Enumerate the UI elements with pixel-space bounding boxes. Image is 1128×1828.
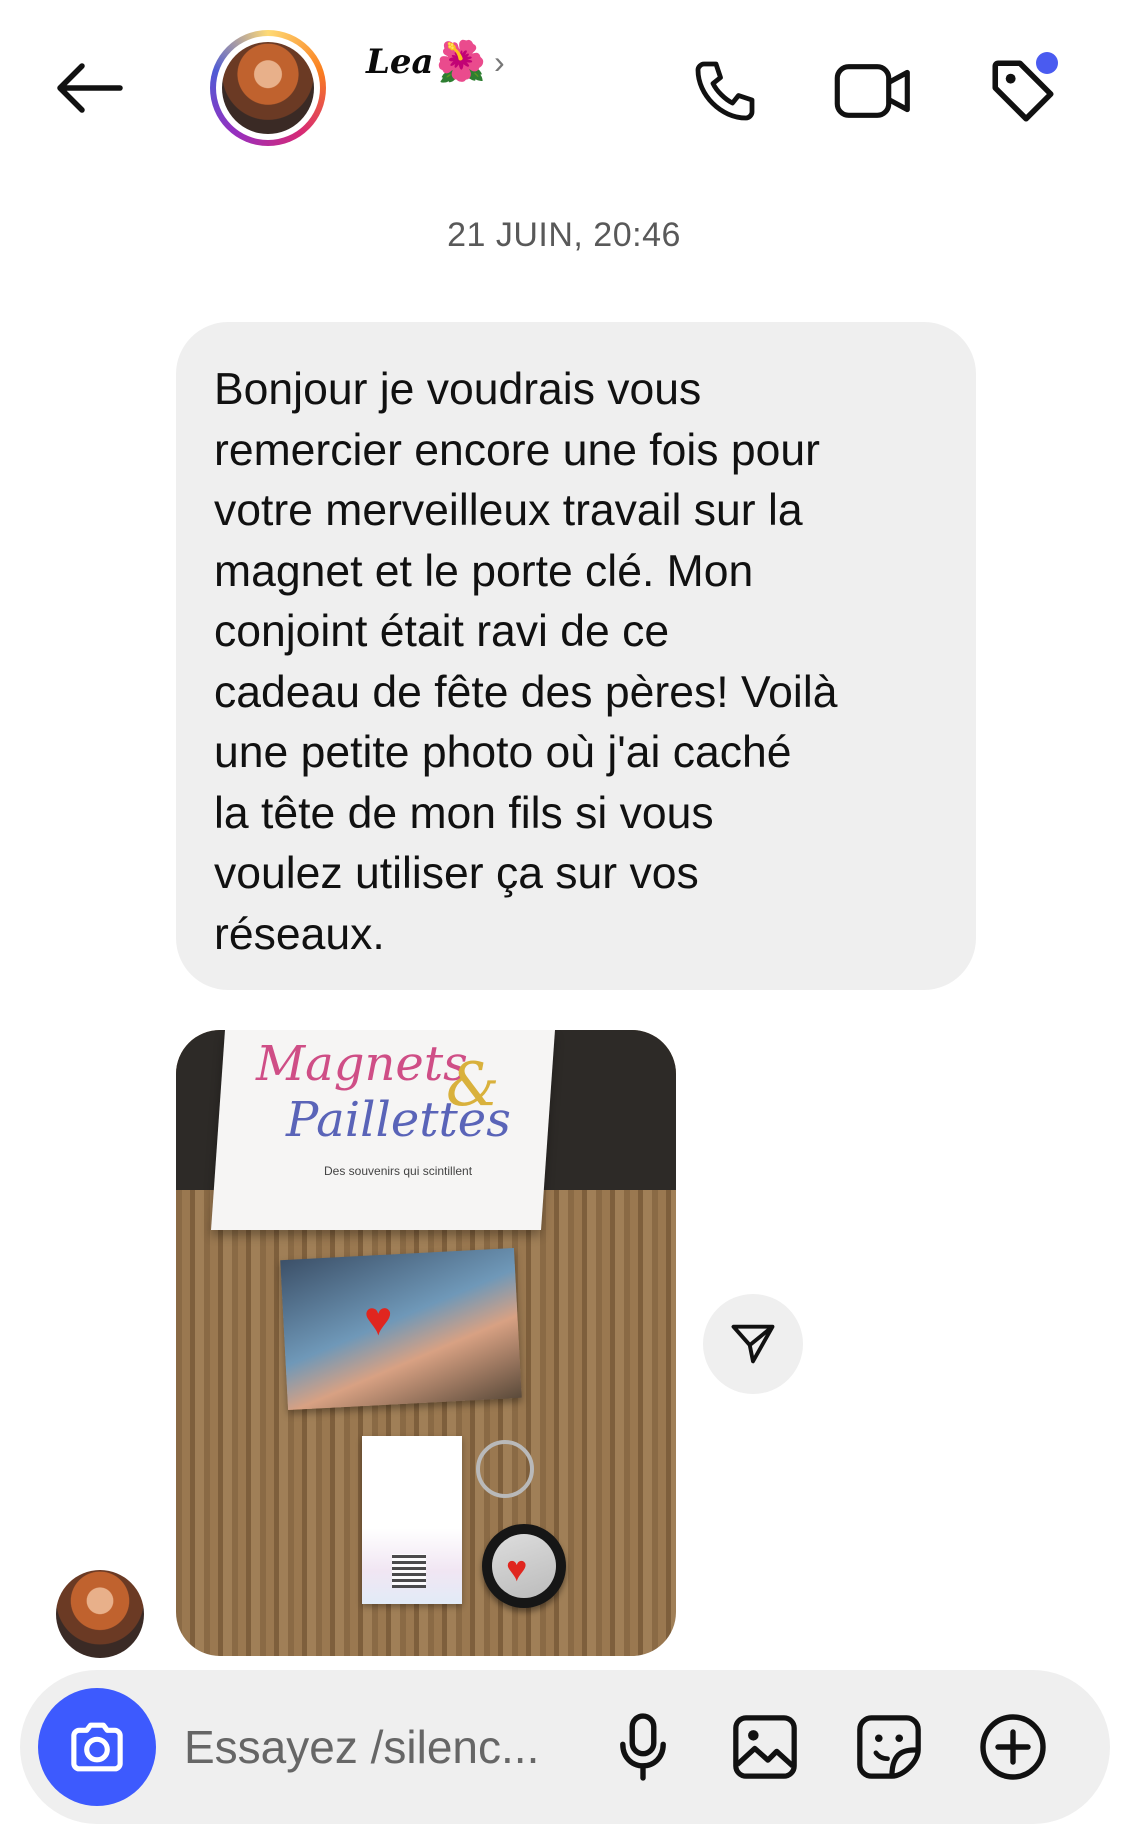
camera-icon: [71, 1722, 123, 1772]
notification-dot: [1036, 52, 1058, 74]
flower-emoji-icon: 🌺: [436, 40, 486, 84]
qr-code: [392, 1554, 426, 1588]
gallery-button[interactable]: [722, 1704, 808, 1790]
voice-message-button[interactable]: [600, 1704, 686, 1790]
send-icon: [731, 1324, 775, 1364]
heart-icon: ♥: [364, 1293, 393, 1346]
sender-avatar[interactable]: [56, 1570, 144, 1658]
video-camera-icon: [834, 64, 910, 118]
contact-avatar[interactable]: [210, 30, 326, 146]
message-composer: [20, 1670, 1110, 1824]
received-message-bubble[interactable]: Bonjour je voudrais vous remercier encor…: [176, 322, 976, 990]
microphone-icon: [620, 1713, 666, 1781]
sticker-button[interactable]: [846, 1704, 932, 1790]
photo-magnet: [280, 1247, 522, 1411]
chat-header: Lea 🌺 ›: [0, 0, 1128, 180]
plus-circle-icon: [980, 1714, 1046, 1780]
brand-tagline: Des souvenirs qui scintillent: [324, 1164, 473, 1178]
back-button[interactable]: [40, 48, 136, 128]
gallery-icon: [733, 1715, 797, 1779]
share-button[interactable]: [703, 1294, 803, 1394]
camera-button[interactable]: [38, 1688, 156, 1806]
more-options-button[interactable]: [970, 1704, 1056, 1790]
heart-icon: ♥: [506, 1548, 528, 1589]
contact-name[interactable]: Lea: [366, 42, 434, 82]
chevron-right-icon[interactable]: ›: [494, 44, 505, 81]
keyring: [476, 1440, 534, 1498]
brand-name-line2: Paillettes: [286, 1092, 511, 1148]
photo-message[interactable]: Magnets & Paillettes Des souvenirs qui s…: [176, 1030, 676, 1656]
brand-name-line1: Magnets: [256, 1036, 468, 1092]
avatar-photo: [222, 42, 314, 134]
video-call-button[interactable]: [828, 48, 918, 134]
message-input[interactable]: [184, 1714, 604, 1780]
voice-call-button[interactable]: [680, 48, 770, 134]
phone-icon: [695, 61, 755, 121]
message-text: Bonjour je voudrais vous remercier encor…: [214, 365, 838, 959]
sticker-icon: [857, 1715, 921, 1779]
message-timestamp: 21 JUIN, 20:46: [447, 216, 681, 254]
tags-button[interactable]: [978, 48, 1068, 134]
back-arrow-icon: [57, 63, 123, 113]
